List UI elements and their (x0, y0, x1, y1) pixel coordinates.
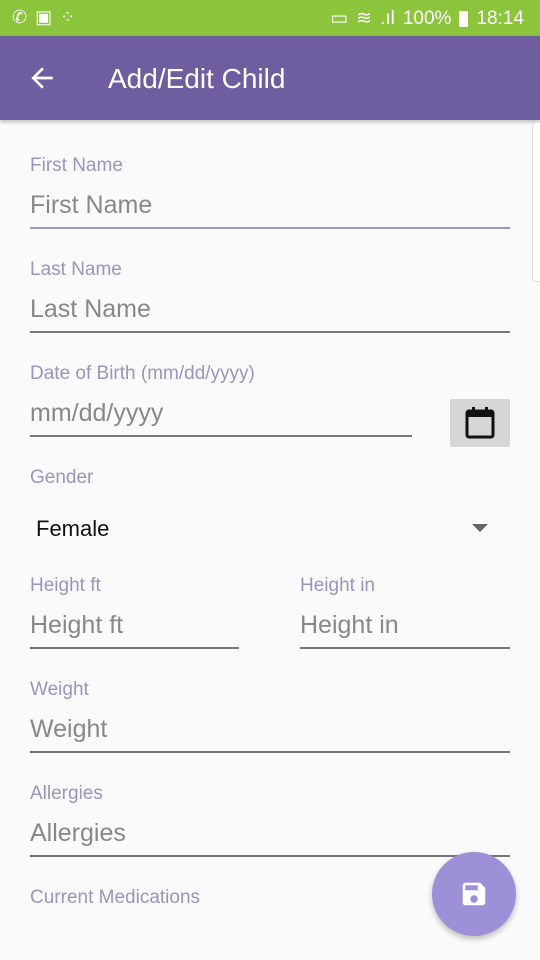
height-ft-label: Height ft (30, 575, 101, 596)
activity-icon: ▣ (35, 7, 53, 27)
height-in-label: Height in (300, 575, 375, 596)
dob-input[interactable] (30, 395, 412, 437)
whatsapp-icon: ✆ (12, 7, 28, 27)
calendar-icon (465, 407, 495, 439)
apps-icon: ⁘ (60, 7, 76, 27)
save-button[interactable] (432, 852, 516, 936)
wifi-icon: ≋ (356, 8, 373, 29)
weight-input[interactable] (30, 711, 510, 753)
app-toolbar: Add/Edit Child (0, 36, 540, 120)
page-title: Add/Edit Child (108, 63, 286, 94)
gender-label: Gender (30, 467, 94, 488)
last-name-input[interactable] (30, 291, 510, 333)
height-ft-input[interactable] (30, 607, 239, 649)
gender-select[interactable]: Female (36, 516, 109, 542)
last-name-label: Last Name (30, 259, 122, 280)
save-icon (462, 882, 486, 906)
weight-label: Weight (30, 679, 89, 700)
battery-text: 100% (402, 7, 452, 29)
battery-icon (459, 10, 469, 27)
chevron-down-icon[interactable] (472, 524, 488, 532)
first-name-label: First Name (30, 155, 123, 176)
allergies-input[interactable] (30, 815, 510, 857)
scrollbar[interactable] (532, 122, 540, 282)
height-in-input[interactable] (300, 607, 510, 649)
clock: 18:14 (476, 7, 524, 29)
cast-icon: ▭ (330, 8, 349, 29)
status-bar: ✆ ▣ ⁘ ▭ ≋ .ıl 100% 18:14 (0, 0, 540, 36)
first-name-input[interactable] (30, 187, 510, 229)
date-picker-button[interactable] (450, 399, 510, 447)
medications-label: Current Medications (30, 887, 201, 908)
allergies-label: Allergies (30, 783, 103, 804)
dob-label: Date of Birth (mm/dd/yyyy) (30, 363, 255, 384)
arrow-left-icon[interactable] (26, 62, 58, 94)
signal-icon: .ıl (380, 7, 395, 29)
